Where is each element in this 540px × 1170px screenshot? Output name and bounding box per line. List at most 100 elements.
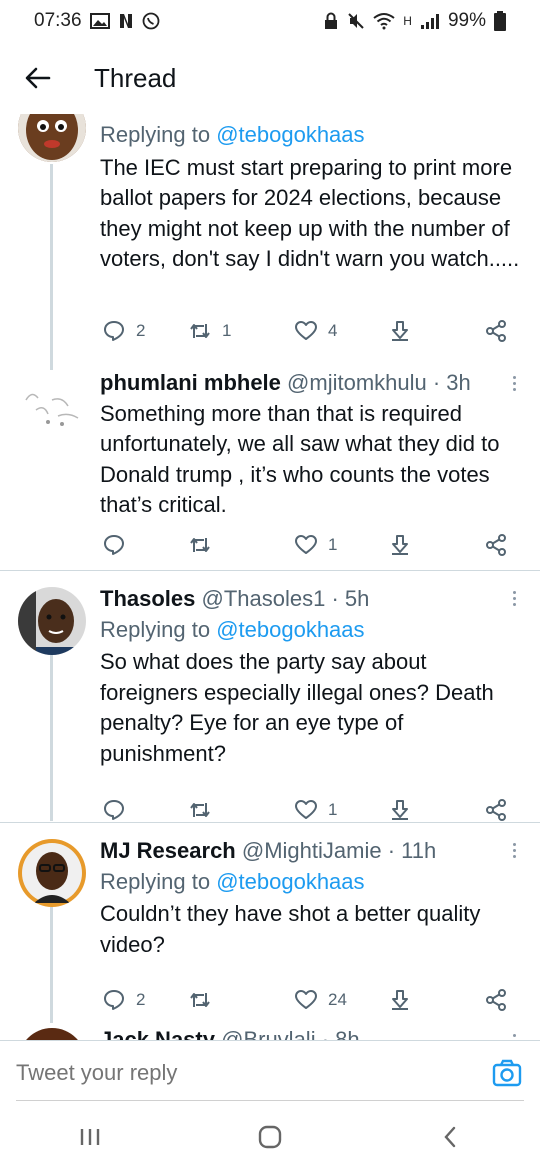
- reply-button[interactable]: [102, 533, 136, 557]
- reply-count: 2: [136, 990, 146, 1009]
- mention-link[interactable]: @tebogokhaas: [216, 869, 364, 894]
- recent-apps-button[interactable]: [70, 1117, 110, 1157]
- mute-icon: [348, 13, 365, 29]
- thread-connector: [50, 907, 53, 1023]
- page-title: Thread: [94, 62, 177, 93]
- retweet-icon: [190, 324, 210, 338]
- tweet-actions: 2 24: [100, 985, 520, 1015]
- handle-time: @mjitomkhulu · 3h: [287, 370, 471, 395]
- avatar[interactable]: [18, 587, 86, 655]
- composer-divider: [16, 1100, 524, 1101]
- home-button[interactable]: [250, 1117, 290, 1157]
- netflix-icon: [119, 14, 132, 28]
- reply-button[interactable]: 2: [102, 988, 145, 1012]
- handle-time: @MightiJamie · 11h: [241, 838, 437, 863]
- thread-connector: [50, 164, 53, 370]
- thread-feed[interactable]: Replying to @tebogokhaas The IEC must st…: [0, 114, 540, 1040]
- comment-bubble-icon: [104, 535, 124, 555]
- tweet[interactable]: Jack Nasty @Bruvlali · 8h: [0, 1024, 540, 1040]
- retweet-button[interactable]: [188, 988, 222, 1012]
- share-button[interactable]: [484, 798, 508, 822]
- heart-icon: [295, 800, 317, 819]
- share-nodes-icon: [486, 989, 506, 1011]
- download-arrow-icon: [392, 800, 408, 820]
- tweet-text: So what does the party say about foreign…: [100, 649, 494, 766]
- heart-icon: [295, 321, 317, 340]
- tweet-text: Couldn’t they have shot a better quality…: [100, 901, 481, 957]
- arrow-left-icon: [25, 67, 51, 89]
- retweet-button[interactable]: [188, 533, 222, 557]
- status-bar: 07:36 H 99%: [0, 0, 540, 42]
- download-arrow-icon: [392, 321, 408, 341]
- like-button[interactable]: 4: [294, 319, 337, 343]
- retweet-button[interactable]: 1: [188, 319, 231, 343]
- whatsapp-icon: [142, 12, 159, 30]
- display-name[interactable]: MJ Research: [100, 838, 236, 863]
- reply-input[interactable]: [16, 1059, 490, 1086]
- tweet[interactable]: phumlani mbhele @mjitomkhulu · 3h Someth…: [0, 370, 540, 570]
- network-type: H: [403, 14, 412, 28]
- reply-composer: [0, 1040, 540, 1104]
- share-nodes-icon: [486, 320, 506, 342]
- battery-icon: [494, 11, 506, 31]
- system-back-button[interactable]: [430, 1117, 470, 1157]
- tweet-text: Something more than that is required unf…: [100, 400, 500, 518]
- like-button[interactable]: 24: [294, 988, 347, 1012]
- share-button[interactable]: [484, 319, 508, 343]
- download-button[interactable]: [388, 798, 412, 822]
- display-name[interactable]: phumlani mbhele: [100, 370, 281, 395]
- share-nodes-icon: [486, 799, 506, 821]
- like-count: 24: [328, 990, 347, 1009]
- battery-percent: 99%: [447, 10, 486, 31]
- tweet-actions: 1: [100, 530, 520, 560]
- share-button[interactable]: [484, 533, 508, 557]
- tweet[interactable]: Replying to @tebogokhaas The IEC must st…: [0, 114, 540, 370]
- retweet-icon: [190, 803, 210, 817]
- reply-button[interactable]: 2: [102, 319, 145, 343]
- thread-connector: [50, 655, 53, 821]
- retweet-button[interactable]: [188, 798, 222, 822]
- avatar[interactable]: [18, 114, 86, 162]
- top-app-bar: Thread: [0, 42, 540, 114]
- retweet-icon: [190, 538, 210, 552]
- tweet-actions: 1: [100, 795, 520, 825]
- mention-link[interactable]: @tebogokhaas: [216, 122, 364, 147]
- camera-icon: [492, 1059, 522, 1086]
- replying-to: Replying to @tebogokhaas: [100, 616, 365, 642]
- camera-button[interactable]: [490, 1056, 524, 1090]
- back-button[interactable]: [18, 58, 58, 98]
- handle-time: @Thasoles1 · 5h: [201, 586, 370, 611]
- clock: 07:36: [34, 10, 82, 31]
- reply-button[interactable]: [102, 798, 136, 822]
- mention-link[interactable]: @tebogokhaas: [216, 617, 364, 642]
- display-name[interactable]: Thasoles: [100, 586, 195, 611]
- avatar[interactable]: [18, 1028, 86, 1040]
- recent-apps-icon: [80, 1129, 100, 1145]
- download-button[interactable]: [388, 319, 412, 343]
- like-button[interactable]: 1: [294, 798, 337, 822]
- handle-time: @Bruvlali · 8h: [221, 1027, 360, 1040]
- like-count: 1: [328, 800, 338, 819]
- tweet[interactable]: Thasoles @Thasoles1 · 5h Replying to @te…: [0, 571, 540, 821]
- home-icon: [258, 1125, 282, 1149]
- comment-bubble-icon: [104, 800, 124, 820]
- tweet[interactable]: MJ Research @MightiJamie · 11h Replying …: [0, 823, 540, 1023]
- share-button[interactable]: [484, 988, 508, 1012]
- heart-icon: [295, 990, 317, 1009]
- share-nodes-icon: [486, 534, 506, 556]
- tweet-text: The IEC must start preparing to print mo…: [100, 154, 520, 272]
- avatar[interactable]: [18, 370, 86, 438]
- download-arrow-icon: [392, 535, 408, 555]
- wifi-icon: [373, 13, 395, 30]
- avatar[interactable]: [18, 839, 86, 907]
- download-button[interactable]: [388, 533, 412, 557]
- download-arrow-icon: [392, 990, 408, 1010]
- system-nav-bar: [0, 1104, 540, 1170]
- download-button[interactable]: [388, 988, 412, 1012]
- retweet-count: 1: [222, 321, 232, 340]
- heart-icon: [295, 535, 317, 554]
- like-count: 4: [328, 321, 338, 340]
- comment-bubble-icon: [104, 321, 124, 341]
- like-button[interactable]: 1: [294, 533, 337, 557]
- display-name[interactable]: Jack Nasty: [100, 1027, 215, 1040]
